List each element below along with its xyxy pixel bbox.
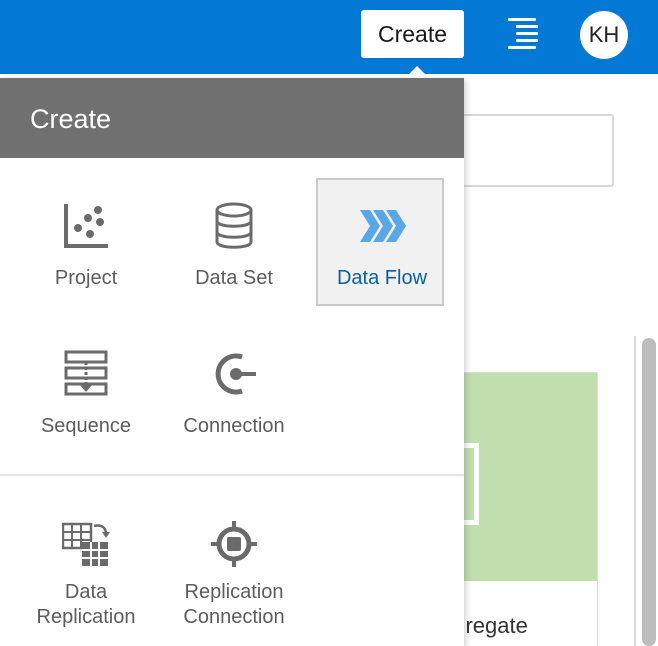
scatter-chart-icon xyxy=(64,204,108,248)
tile-label: Sequence xyxy=(40,415,132,437)
create-data-flow-tile[interactable]: Data Flow xyxy=(316,178,444,306)
replication-connection-icon xyxy=(211,521,257,567)
section-divider xyxy=(0,474,464,476)
create-button[interactable]: Create xyxy=(361,10,464,58)
tile-label-line2: Replication xyxy=(36,606,136,628)
tile-label: Connection xyxy=(183,415,285,437)
data-flow-chevrons-icon xyxy=(360,210,406,242)
background-search-input[interactable] xyxy=(440,114,614,187)
user-avatar[interactable]: KH xyxy=(580,11,628,59)
tile-label-line2: Connection xyxy=(183,606,285,628)
data-replication-icon xyxy=(62,522,110,566)
connection-plug-icon xyxy=(215,353,256,395)
card-thumbnail xyxy=(441,373,597,581)
create-popup: Create Project Data Set Data Flow Sequen… xyxy=(0,78,464,646)
create-data-set-tile[interactable]: Data Set xyxy=(168,180,296,308)
create-project-tile[interactable]: Project xyxy=(20,180,148,308)
top-bar: Create KH xyxy=(0,0,658,74)
scrollbar[interactable] xyxy=(642,338,656,646)
create-sequence-tile[interactable]: Sequence xyxy=(20,328,148,456)
tile-label-line1: Data xyxy=(64,581,108,603)
create-connection-tile[interactable]: Connection xyxy=(168,328,296,456)
tile-label: Data Set xyxy=(195,267,273,289)
popup-header: Create xyxy=(0,78,464,158)
hamburger-menu-icon[interactable] xyxy=(506,18,538,49)
create-data-replication-tile[interactable]: Data Replication xyxy=(20,498,148,628)
create-replication-connection-tile[interactable]: Replication Connection xyxy=(168,498,296,628)
tile-label-line1: Replication xyxy=(184,581,284,603)
database-icon xyxy=(215,202,253,249)
popup-title: Create xyxy=(30,104,112,134)
content-divider xyxy=(634,336,636,646)
tile-label: Data Flow xyxy=(336,267,428,289)
sequence-icon xyxy=(64,350,108,396)
tile-label: Project xyxy=(54,267,118,289)
